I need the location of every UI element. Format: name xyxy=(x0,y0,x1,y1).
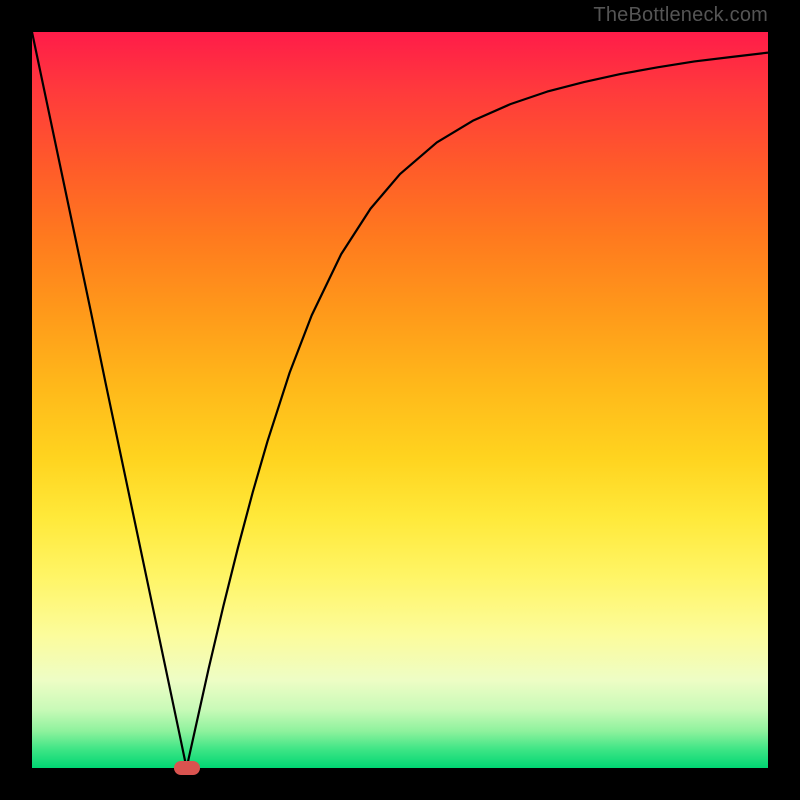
chart-frame: TheBottleneck.com xyxy=(0,0,800,800)
curve-svg xyxy=(32,32,768,768)
bottleneck-curve xyxy=(32,32,768,768)
watermark-text: TheBottleneck.com xyxy=(593,4,768,27)
optimum-marker xyxy=(174,761,200,775)
plot-area xyxy=(32,32,768,768)
